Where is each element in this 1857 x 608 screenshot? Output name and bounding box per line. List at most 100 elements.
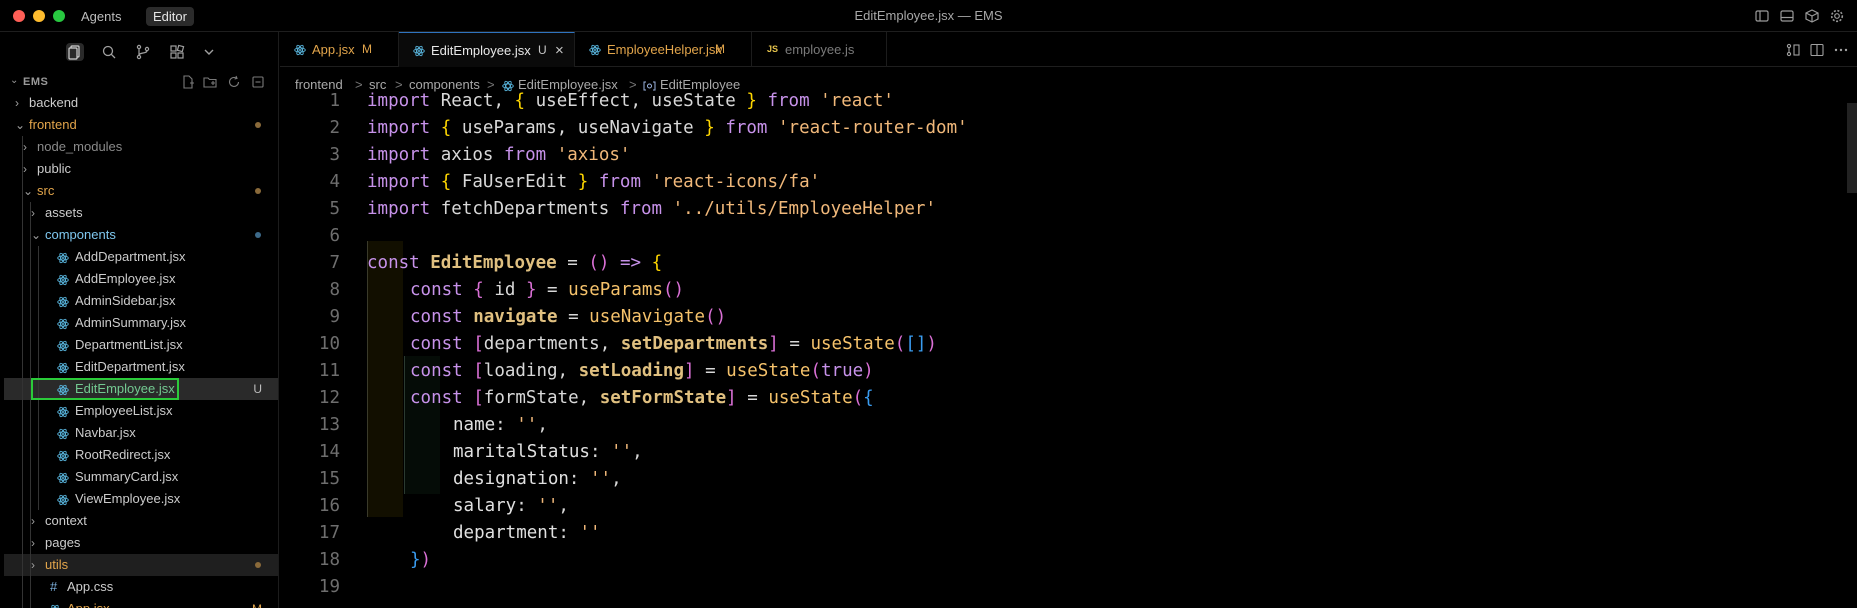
indent-guide bbox=[38, 334, 39, 356]
file-viewemployee-jsx[interactable]: ViewEmployee.jsx bbox=[4, 488, 278, 510]
code-line-11: const [loading, setLoading] = useState(t… bbox=[410, 361, 874, 381]
code-line-1: import React, { useEffect, useState } fr… bbox=[367, 91, 894, 111]
settings-gear-icon[interactable] bbox=[1829, 8, 1845, 24]
file-rootredirect-jsx[interactable]: RootRedirect.jsx bbox=[4, 444, 278, 466]
search-icon[interactable] bbox=[100, 43, 118, 61]
code-editor[interactable]: 1 2 3 4 5 6 7 8 9 10 11 12 13 14 15 16 17 18 19 import Rea… bbox=[280, 91, 1857, 608]
react-icon bbox=[57, 362, 69, 374]
indent-guide bbox=[22, 290, 23, 312]
indent-guide bbox=[38, 312, 39, 334]
indent-guide bbox=[22, 598, 23, 608]
indent-guide bbox=[38, 466, 39, 488]
open-changes-icon[interactable] bbox=[1785, 42, 1801, 58]
chevron-down-icon: ⌄ bbox=[31, 228, 42, 242]
file-editdepartment-jsx[interactable]: EditDepartment.jsx bbox=[4, 356, 278, 378]
file-adddepartment-jsx[interactable]: AddDepartment.jsx bbox=[4, 246, 278, 268]
tab-editemployee-jsx[interactable]: EditEmployee.jsx U × bbox=[399, 32, 575, 67]
file-employeelist-jsx[interactable]: EmployeeList.jsx bbox=[4, 400, 278, 422]
breadcrumb-item[interactable]: EditEmployee.jsx bbox=[518, 77, 618, 92]
react-icon bbox=[51, 604, 59, 608]
breadcrumb-item[interactable]: frontend bbox=[295, 77, 343, 92]
file-app-css[interactable]: # App.css bbox=[4, 576, 278, 598]
file-addemployee-jsx[interactable]: AddEmployee.jsx bbox=[4, 268, 278, 290]
folder-pages[interactable]: › pages bbox=[4, 532, 278, 554]
line-number: 8 bbox=[329, 280, 340, 300]
folder-node-modules[interactable]: › node_modules bbox=[4, 136, 278, 158]
tab-employee-js[interactable]: JS employee.js bbox=[752, 32, 887, 67]
breadcrumb-separator: > bbox=[355, 77, 363, 92]
refresh-icon[interactable] bbox=[226, 74, 242, 90]
file-editemployee-jsx[interactable]: EditEmployee.jsx U bbox=[4, 378, 278, 400]
code-line-2: import { useParams, useNavigate } from '… bbox=[367, 118, 968, 138]
folder-frontend[interactable]: ⌄ frontend bbox=[4, 114, 278, 136]
folder-context[interactable]: › context bbox=[4, 510, 278, 532]
folder-public[interactable]: › public bbox=[4, 158, 278, 180]
tab-status: M bbox=[362, 42, 372, 56]
code-line-17: department: '' bbox=[453, 523, 601, 543]
tab-close-icon[interactable]: × bbox=[555, 33, 564, 68]
chevron-right-icon: › bbox=[31, 558, 35, 572]
file-app-jsx[interactable]: App.jsx M bbox=[4, 598, 278, 608]
indent-guide bbox=[22, 510, 23, 532]
react-icon bbox=[57, 340, 69, 352]
layout-icon[interactable] bbox=[1804, 8, 1820, 24]
chevron-down-icon[interactable] bbox=[200, 43, 218, 61]
tab-label: employee.js bbox=[785, 42, 855, 57]
line-number: 11 bbox=[318, 361, 340, 381]
tab-app-jsx[interactable]: App.jsx M bbox=[280, 32, 399, 67]
indent-guide bbox=[30, 466, 31, 488]
code-line-14: maritalStatus: '', bbox=[453, 442, 643, 462]
tab-employeehelper-jsx[interactable]: EmployeeHelper.jsx M bbox=[575, 32, 752, 67]
tree-item-label: backend bbox=[29, 95, 79, 110]
new-folder-icon[interactable] bbox=[202, 74, 218, 90]
breadcrumb-item[interactable]: src bbox=[369, 77, 386, 92]
file-navbar-jsx[interactable]: Navbar.jsx bbox=[4, 422, 278, 444]
folder-utils[interactable]: › utils bbox=[4, 554, 278, 576]
indent-guide bbox=[38, 422, 39, 444]
folder-backend[interactable]: › backend bbox=[4, 92, 278, 114]
css-hash-icon: # bbox=[50, 579, 58, 594]
indent-guide bbox=[22, 202, 23, 224]
folder-assets[interactable]: › assets bbox=[4, 202, 278, 224]
indent-guide bbox=[38, 356, 39, 378]
selection-outline bbox=[31, 378, 179, 400]
react-icon bbox=[57, 252, 69, 264]
indent-guide bbox=[22, 444, 23, 466]
line-number: 3 bbox=[329, 145, 340, 165]
toggle-sidebar-icon[interactable] bbox=[1754, 8, 1770, 24]
extensions-icon[interactable] bbox=[168, 43, 186, 61]
indent-guide bbox=[22, 246, 23, 268]
new-file-icon[interactable] bbox=[180, 74, 196, 90]
tab-label: App.jsx bbox=[312, 42, 355, 57]
files-explorer-icon[interactable] bbox=[66, 43, 84, 61]
tree-item-label: src bbox=[37, 183, 55, 198]
chevron-down-icon: ⌄ bbox=[10, 75, 19, 86]
react-icon bbox=[57, 318, 69, 330]
editor-scrollbar[interactable] bbox=[1847, 103, 1857, 193]
indent-guide bbox=[30, 290, 31, 312]
code-line-8: const { id } = useParams() bbox=[410, 280, 685, 300]
folder-src[interactable]: ⌄ src bbox=[4, 180, 278, 202]
modified-dot bbox=[255, 188, 261, 194]
indent-guide bbox=[22, 312, 23, 334]
more-actions-icon[interactable] bbox=[1833, 42, 1849, 58]
breadcrumb-separator: > bbox=[629, 77, 637, 92]
folder-components[interactable]: ⌄ components bbox=[4, 224, 278, 246]
line-number: 10 bbox=[318, 334, 340, 354]
line-number: 13 bbox=[318, 415, 340, 435]
code-line-10: const [departments, setDepartments] = us… bbox=[410, 334, 937, 354]
file-departmentlist-jsx[interactable]: DepartmentList.jsx bbox=[4, 334, 278, 356]
collapse-all-icon[interactable] bbox=[250, 74, 266, 90]
explorer-root-header[interactable]: ⌄ EMS bbox=[4, 72, 278, 92]
indent-guide bbox=[22, 422, 23, 444]
file-adminsummary-jsx[interactable]: AdminSummary.jsx bbox=[4, 312, 278, 334]
breadcrumb-item[interactable]: components bbox=[409, 77, 480, 92]
source-control-icon[interactable] bbox=[134, 43, 152, 61]
chevron-right-icon: › bbox=[31, 206, 35, 220]
toggle-panel-icon[interactable] bbox=[1779, 8, 1795, 24]
file-adminsidebar-jsx[interactable]: AdminSidebar.jsx bbox=[4, 290, 278, 312]
indent-guide bbox=[30, 598, 31, 608]
breadcrumb-item[interactable]: EditEmployee bbox=[660, 77, 740, 92]
file-summarycard-jsx[interactable]: SummaryCard.jsx bbox=[4, 466, 278, 488]
split-editor-icon[interactable] bbox=[1809, 42, 1825, 58]
